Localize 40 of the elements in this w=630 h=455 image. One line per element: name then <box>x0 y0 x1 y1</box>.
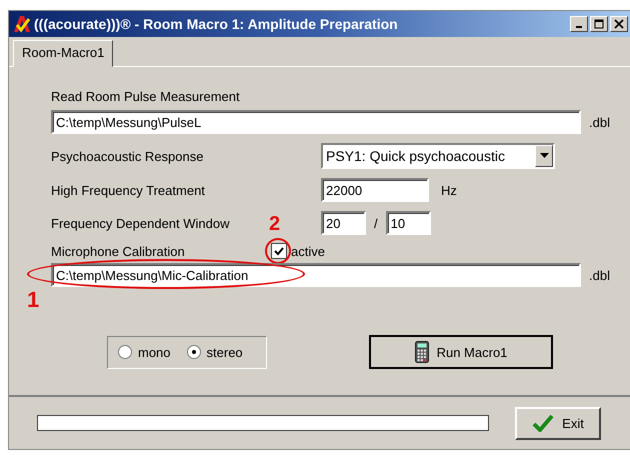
checkmark-icon <box>274 246 284 256</box>
file-path-field[interactable]: C:\temp\Messung\Mic-Calibration <box>51 263 581 287</box>
caret-icon <box>540 153 548 159</box>
radio-button[interactable] <box>118 345 132 359</box>
response-dropdown[interactable]: PSY1: Quick psychoacoustic <box>321 143 555 169</box>
unit-label: Hz <box>441 182 457 198</box>
radio-option[interactable]: mono <box>118 344 171 360</box>
window-cycles-field[interactable]: 10 <box>386 211 431 235</box>
radio-button[interactable] <box>186 345 201 359</box>
close-button[interactable] <box>610 16 628 32</box>
field-label: Psychoacoustic Response <box>51 148 204 164</box>
minimize-icon <box>576 26 582 28</box>
maximize-button[interactable] <box>590 16 608 32</box>
radio-label: stereo <box>206 344 243 360</box>
window-cycles-field[interactable]: 20 <box>321 211 366 235</box>
app-logo-icon <box>13 15 31 33</box>
calculator-icon <box>414 341 429 363</box>
maximize-icon <box>594 19 604 29</box>
frequency-field[interactable]: 22000 <box>321 178 429 202</box>
close-icon <box>614 19 624 29</box>
file-path-field[interactable]: C:\temp\Messung\PulseL <box>51 110 581 134</box>
file-extension-label: .dbl <box>589 114 610 130</box>
window-title: (((acourate)))® - Room Macro 1: Amplitude Preparation <box>34 16 399 32</box>
annotation-number: 2 <box>269 213 280 236</box>
exit-button[interactable]: Exit <box>515 406 601 440</box>
radio-option[interactable]: stereo <box>186 344 243 360</box>
tab[interactable]: Room-Macro1 <box>13 40 114 67</box>
separator-label: / <box>374 216 378 230</box>
minimize-button[interactable] <box>570 16 588 32</box>
radio-label: mono <box>138 344 171 360</box>
file-extension-label: .dbl <box>589 268 610 282</box>
field-label: Read Room Pulse Measurement <box>51 89 241 104</box>
run-macro-button[interactable]: Run Macro1 <box>369 335 553 369</box>
annotation-number: 1 <box>27 287 40 313</box>
checkmark-icon <box>532 414 554 432</box>
field-label: High Frequency Treatment <box>51 182 205 198</box>
field-label: Frequency Dependent Window <box>51 216 230 230</box>
checkbox-label: active <box>291 244 325 258</box>
field-label: Microphone Calibration <box>51 244 185 258</box>
checkbox[interactable] <box>271 243 287 259</box>
